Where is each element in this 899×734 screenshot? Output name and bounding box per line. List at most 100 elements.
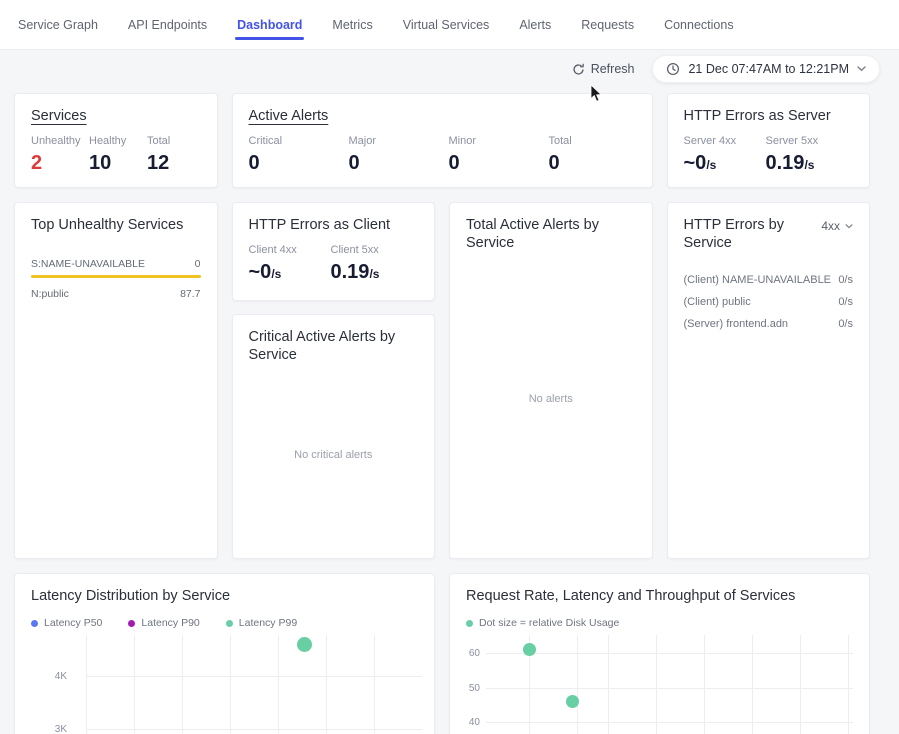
legend-item-p90[interactable]: Latency P90: [128, 617, 199, 629]
error-type-select[interactable]: 4xx: [821, 219, 853, 233]
active-alerts-stats: Critical 0 Major 0 Minor 0 Total 0: [249, 135, 636, 175]
http-errors-server-stats: Server 4xx ~0/s Server 5xx 0.19/s: [684, 135, 854, 175]
legend-item-disk-usage: Dot size = relative Disk Usage: [466, 617, 619, 629]
legend-label: Dot size = relative Disk Usage: [479, 617, 619, 629]
scatter-point-p99[interactable]: [297, 637, 312, 652]
request-rate-legend: Dot size = relative Disk Usage: [466, 617, 853, 629]
stat-label: Minor: [449, 135, 549, 147]
list-item[interactable]: S:NAME-UNAVAILABLE 0: [31, 258, 201, 270]
stat-label: Client 4xx: [249, 244, 331, 256]
legend-dot: [466, 620, 473, 627]
stat-value-unit: /s: [369, 267, 379, 281]
stat-label: Major: [349, 135, 449, 147]
legend-item-p99[interactable]: Latency P99: [226, 617, 297, 629]
stat-label: Server 5xx: [766, 135, 848, 147]
stat-client-4xx: Client 4xx ~0/s: [249, 244, 331, 284]
y-axis-tick: 4K: [31, 671, 67, 682]
tab-virtual-services[interactable]: Virtual Services: [403, 0, 490, 49]
total-alerts-title: Total Active Alerts by Service: [466, 216, 636, 252]
latency-chart: 4K 3K: [31, 635, 418, 734]
scatter-point[interactable]: [523, 643, 536, 656]
toolbar: Refresh 21 Dec 07:47AM to 12:21PM: [0, 50, 899, 88]
http-errors-by-service-title: HTTP Errors by Service: [684, 216, 814, 252]
refresh-label: Refresh: [591, 62, 635, 76]
tab-api-endpoints[interactable]: API Endpoints: [128, 0, 207, 49]
y-axis-tick: 40: [466, 717, 480, 728]
request-rate-plot-area: [486, 635, 853, 734]
grid-line: [486, 653, 853, 654]
top-nav: Service Graph API Endpoints Dashboard Me…: [0, 0, 899, 50]
tab-metrics[interactable]: Metrics: [332, 0, 372, 49]
chevron-down-icon: [845, 224, 853, 229]
stat-value: 0: [349, 152, 449, 175]
tab-requests[interactable]: Requests: [581, 0, 634, 49]
empty-state-text: No critical alerts: [249, 364, 419, 545]
stat-value: ~0/s: [684, 152, 766, 175]
stat-value-unit: /s: [804, 158, 814, 172]
grid-line: [486, 722, 853, 723]
legend-item-p50[interactable]: Latency P50: [31, 617, 102, 629]
grid-lines: [86, 635, 422, 734]
http-errors-client-card: HTTP Errors as Client Client 4xx ~0/s Cl…: [232, 202, 436, 301]
stat-unhealthy: Unhealthy 2: [31, 135, 89, 175]
stat-total-services: Total 12: [147, 135, 205, 175]
http-errors-client-title: HTTP Errors as Client: [249, 216, 419, 234]
service-name: (Client) NAME-UNAVAILABLE: [684, 274, 832, 286]
stat-value-number: 0.19: [766, 152, 805, 174]
service-name: (Server) frontend.adn: [684, 318, 789, 330]
active-alerts-card-title: Active Alerts: [249, 107, 636, 125]
http-errors-server-title: HTTP Errors as Server: [684, 107, 854, 125]
stat-value: 0: [549, 152, 649, 175]
tab-connections[interactable]: Connections: [664, 0, 734, 49]
stat-label: Total: [147, 135, 205, 147]
list-item[interactable]: (Client) NAME-UNAVAILABLE 0/s: [684, 274, 854, 286]
stat-label: Total: [549, 135, 649, 147]
stat-label: Client 5xx: [331, 244, 413, 256]
stat-value-number: 0.19: [331, 261, 370, 283]
top-unhealthy-card: Top Unhealthy Services S:NAME-UNAVAILABL…: [14, 202, 218, 559]
list-item[interactable]: (Server) frontend.adn 0/s: [684, 318, 854, 330]
tab-service-graph[interactable]: Service Graph: [18, 0, 98, 49]
stat-value-unit: /s: [706, 158, 716, 172]
clock-icon: [666, 62, 680, 76]
list-item[interactable]: (Client) public 0/s: [684, 296, 854, 308]
stat-client-5xx: Client 5xx 0.19/s: [331, 244, 413, 284]
total-alerts-card: Total Active Alerts by Service No alerts: [449, 202, 653, 559]
tab-alerts[interactable]: Alerts: [519, 0, 551, 49]
critical-alerts-card: Critical Active Alerts by Service No cri…: [232, 314, 436, 559]
legend-dot: [226, 620, 233, 627]
request-rate-card: Request Rate, Latency and Throughput of …: [449, 573, 870, 734]
http-errors-by-service-list: (Client) NAME-UNAVAILABLE 0/s (Client) p…: [684, 274, 854, 330]
active-alerts-card: Active Alerts Critical 0 Major 0 Minor 0…: [232, 93, 653, 188]
empty-state-text: No alerts: [466, 252, 636, 545]
stat-value: 0: [449, 152, 549, 175]
legend-dot: [128, 620, 135, 627]
http-errors-by-service-card: HTTP Errors by Service 4xx (Client) NAME…: [667, 202, 871, 559]
stat-server-4xx: Server 4xx ~0/s: [684, 135, 766, 175]
stat-server-5xx: Server 5xx 0.19/s: [766, 135, 848, 175]
scatter-point[interactable]: [566, 695, 579, 708]
service-value: 0: [195, 258, 201, 270]
grid-line: [86, 676, 422, 677]
service-name: S:NAME-UNAVAILABLE: [31, 258, 145, 270]
select-value: 4xx: [821, 219, 840, 233]
stat-major: Major 0: [349, 135, 449, 175]
stat-label: Healthy: [89, 135, 147, 147]
latency-legend: Latency P50 Latency P90 Latency P99: [31, 617, 418, 629]
chevron-down-icon: [857, 66, 866, 72]
column-stack: HTTP Errors as Client Client 4xx ~0/s Cl…: [232, 202, 436, 559]
list-item[interactable]: N:public 87.7: [31, 288, 201, 300]
tab-dashboard[interactable]: Dashboard: [237, 0, 302, 49]
http-errors-client-stats: Client 4xx ~0/s Client 5xx 0.19/s: [249, 244, 419, 284]
services-card: Services Unhealthy 2 Healthy 10 Total 12: [14, 93, 218, 188]
stat-value: 2: [31, 152, 89, 175]
service-rate: 0/s: [838, 296, 853, 308]
time-range-selector[interactable]: 21 Dec 07:47AM to 12:21PM: [652, 55, 880, 83]
refresh-button[interactable]: Refresh: [572, 62, 635, 76]
stat-healthy: Healthy 10: [89, 135, 147, 175]
request-rate-chart-title: Request Rate, Latency and Throughput of …: [466, 587, 853, 605]
legend-label: Latency P99: [239, 617, 297, 629]
http-errors-server-card: HTTP Errors as Server Server 4xx ~0/s Se…: [667, 93, 871, 188]
refresh-icon: [572, 63, 585, 76]
latency-chart-title: Latency Distribution by Service: [31, 587, 418, 605]
